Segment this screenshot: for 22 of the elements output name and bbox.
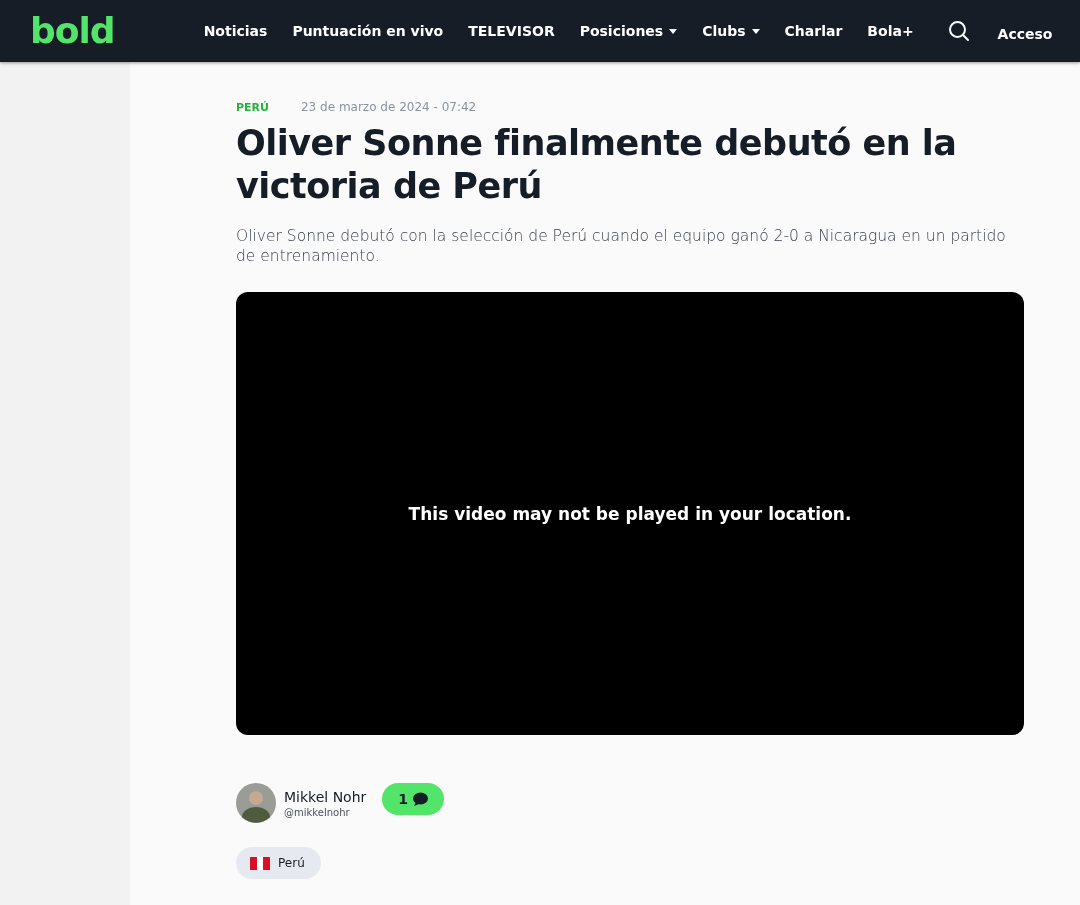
author-name[interactable]: Mikkel Nohr — [284, 788, 367, 805]
nav-link[interactable]: TELEVISOR — [455, 23, 568, 39]
tag-chip[interactable]: Perú — [236, 847, 321, 879]
article-summary: Oliver Sonne debutó con la selección de Perú cuando el equipo ganó 2-0 a Nicaragua en un partido de entrenamiento. — [236, 226, 1007, 266]
logo[interactable]: bold — [30, 13, 115, 49]
nav-link[interactable]: Puntuación en vivo — [279, 23, 456, 39]
nav-link[interactable]: Noticias — [191, 23, 280, 39]
speech-bubble-icon — [412, 792, 429, 806]
nav-link[interactable]: Charlar — [772, 23, 855, 39]
search-icon[interactable] — [948, 20, 971, 42]
article-title: Oliver Sonne finalmente debutó en la victoria de Perú — [236, 122, 958, 208]
avatar[interactable] — [236, 783, 276, 823]
video-player[interactable]: This video may not be played in your location. — [236, 292, 1024, 735]
video-message: This video may not be played in your location. — [408, 503, 852, 524]
author-handle: @mikkelnohr — [284, 806, 351, 818]
login-link[interactable]: Acceso — [985, 26, 1065, 42]
comments-button[interactable]: 1 — [382, 783, 445, 815]
nav-link[interactable]: Posiciones — [567, 23, 690, 39]
nav-link[interactable]: Bola+ — [854, 23, 927, 39]
date-text: 23 de marzo de 2024 - 07:42 — [301, 100, 477, 114]
flag-icon — [250, 856, 270, 870]
nav-link[interactable]: Clubs — [689, 23, 773, 39]
